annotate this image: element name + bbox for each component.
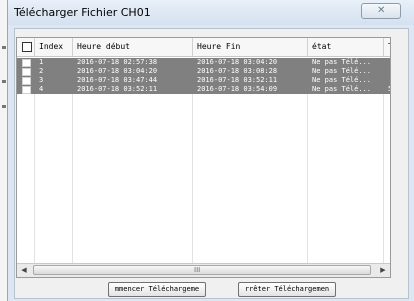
table-row[interactable]: 4 2016-07-18 03:52:11 2016-07-18 03:54:0…: [17, 85, 390, 94]
cell-status: Ne pas Télé...: [312, 67, 372, 75]
column-header-end-time[interactable]: Heure Fin: [193, 38, 308, 56]
row-checkbox[interactable]: [22, 86, 31, 94]
table-row[interactable]: 1 2016-07-18 02:57:38 2016-07-18 03:04:2…: [17, 58, 390, 67]
cell-index: 2: [39, 67, 44, 75]
cell-end-time: 2016-07-18 03:04:20: [197, 58, 278, 66]
header-select-all-cell[interactable]: [17, 38, 35, 56]
grid-column-line: [383, 94, 384, 277]
cell-start-time: 2016-07-18 02:57:38: [77, 58, 158, 66]
background-mark: [2, 46, 6, 49]
scroll-right-icon[interactable]: ▶: [376, 264, 390, 277]
close-icon: ✕: [377, 5, 386, 16]
scroll-grip: III: [194, 266, 201, 274]
cell-index: 3: [39, 76, 44, 84]
cell-start-time: 2016-07-18 03:04:20: [77, 67, 158, 75]
cell-status: Ne pas Télé...: [312, 76, 372, 84]
close-button[interactable]: ✕: [361, 3, 401, 19]
start-download-button[interactable]: mmencer Téléchargeme: [108, 282, 206, 297]
cell-start-time: 2016-07-18 03:52:11: [77, 85, 158, 93]
cell-end-time: 2016-07-18 03:52:11: [197, 76, 278, 84]
cell-start-time: 2016-07-18 03:47:44: [77, 76, 158, 84]
row-checkbox[interactable]: [22, 68, 31, 76]
grid-column-line: [192, 94, 193, 277]
cell-extra: [384, 58, 390, 67]
grid-column-line: [34, 94, 35, 277]
cell-status: Ne pas Télé...: [312, 85, 372, 93]
grid-column-line: [307, 94, 308, 277]
cell-end-time: 2016-07-18 03:08:28: [197, 67, 278, 75]
horizontal-scrollbar[interactable]: ◀ III ▶: [17, 263, 390, 277]
table-row[interactable]: 3 2016-07-18 03:47:44 2016-07-18 03:52:1…: [17, 76, 390, 85]
row-checkbox[interactable]: [22, 59, 31, 67]
column-header-index[interactable]: Index: [35, 38, 73, 56]
table-row[interactable]: 2 2016-07-18 03:04:20 2016-07-18 03:08:2…: [17, 67, 390, 76]
cell-index: 4: [39, 85, 44, 93]
dialog-title: Télécharger Fichier CH01: [14, 6, 151, 19]
select-all-checkbox[interactable]: [22, 42, 32, 52]
column-header-extra[interactable]: T: [384, 38, 390, 56]
empty-grid-area: [17, 94, 390, 277]
cell-status: Ne pas Télé...: [312, 58, 372, 66]
scroll-left-icon[interactable]: ◀: [17, 264, 31, 277]
cell-extra: 5: [384, 85, 390, 94]
cell-index: 1: [39, 58, 44, 66]
stop-download-button[interactable]: rrêter Téléchargemen: [238, 282, 336, 297]
column-header-start-time[interactable]: Heure début: [73, 38, 193, 56]
screen: Télécharger Fichier CH01 ✕ Index Heure d…: [0, 0, 414, 301]
row-checkbox[interactable]: [22, 77, 31, 85]
background-mark: [2, 80, 6, 83]
scroll-thumb[interactable]: III: [33, 265, 371, 275]
grid-header: Index Heure début Heure Fin état T: [17, 38, 390, 57]
cell-extra: [384, 76, 390, 85]
title-bar[interactable]: Télécharger Fichier CH01 ✕: [8, 0, 414, 25]
column-header-status[interactable]: état: [308, 38, 384, 56]
grid-column-line: [72, 94, 73, 277]
file-list-grid: Index Heure début Heure Fin état T 1 201…: [16, 37, 391, 278]
cell-end-time: 2016-07-18 03:54:09: [197, 85, 278, 93]
background-mark: [2, 105, 6, 108]
cell-extra: [384, 67, 390, 76]
